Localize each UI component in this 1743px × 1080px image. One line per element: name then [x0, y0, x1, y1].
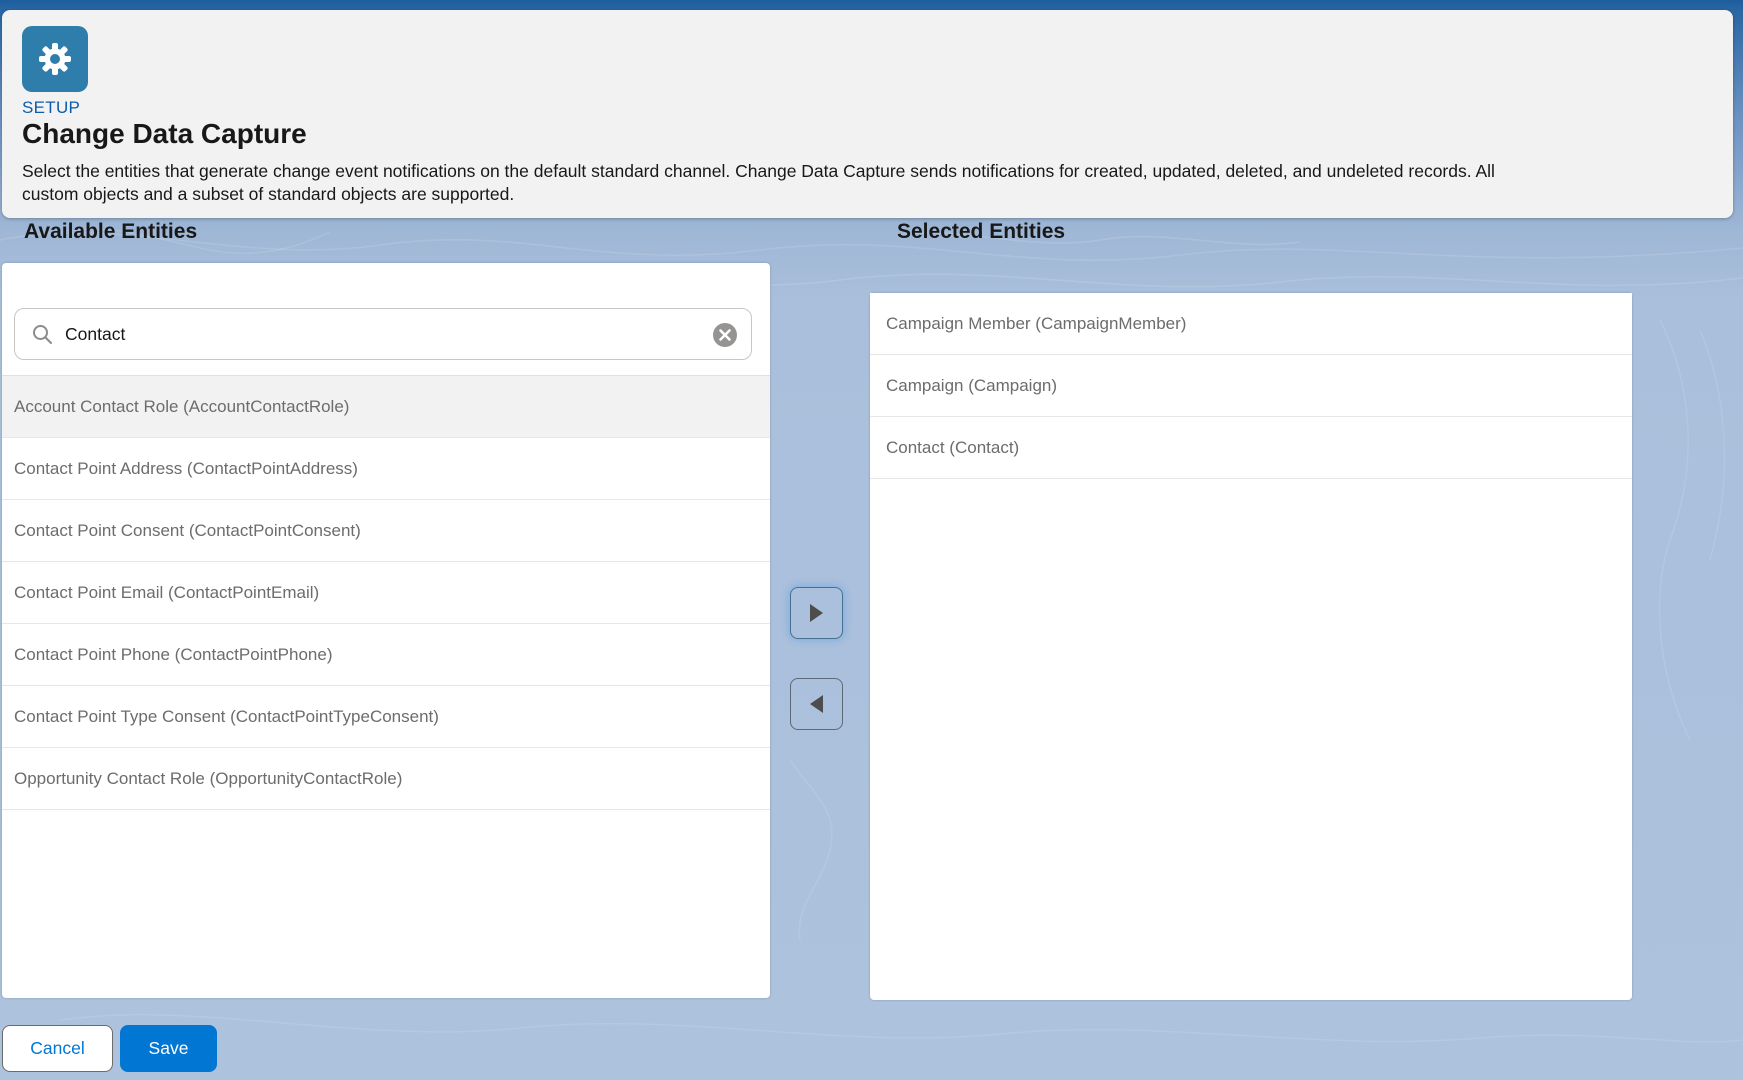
- selected-entities-heading: Selected Entities: [897, 220, 1065, 244]
- clear-icon: [712, 322, 738, 348]
- available-entity-row[interactable]: Contact Point Consent (ContactPointConse…: [2, 500, 770, 562]
- right-arrow-icon: [810, 604, 823, 622]
- available-entities-heading: Available Entities: [24, 220, 197, 244]
- selected-entities-panel: Campaign Member (CampaignMember) Campaig…: [870, 293, 1632, 1000]
- gear-icon: [35, 39, 75, 79]
- entity-search-box: [14, 308, 752, 360]
- selected-entity-row[interactable]: Campaign (Campaign): [870, 355, 1632, 417]
- selected-entity-row[interactable]: Contact (Contact): [870, 417, 1632, 479]
- move-to-available-button[interactable]: [790, 678, 843, 730]
- setup-tile: [22, 26, 88, 92]
- available-entity-row[interactable]: Account Contact Role (AccountContactRole…: [2, 376, 770, 438]
- search-input[interactable]: [15, 309, 751, 359]
- available-entity-row[interactable]: Contact Point Address (ContactPointAddre…: [2, 438, 770, 500]
- page-description: Select the entities that generate change…: [22, 160, 1522, 206]
- available-entity-row[interactable]: Opportunity Contact Role (OpportunityCon…: [2, 748, 770, 810]
- move-to-selected-button[interactable]: [790, 587, 843, 639]
- setup-header-card: SETUP Change Data Capture Select the ent…: [2, 10, 1733, 218]
- available-entity-row[interactable]: Contact Point Email (ContactPointEmail): [2, 562, 770, 624]
- cancel-button[interactable]: Cancel: [2, 1025, 113, 1072]
- clear-search-button[interactable]: [712, 322, 738, 348]
- selected-entity-row[interactable]: Campaign Member (CampaignMember): [870, 293, 1632, 355]
- available-entity-row[interactable]: Contact Point Type Consent (ContactPoint…: [2, 686, 770, 748]
- page-title: Change Data Capture: [22, 118, 307, 150]
- available-entity-row[interactable]: Contact Point Phone (ContactPointPhone): [2, 624, 770, 686]
- left-arrow-icon: [810, 695, 823, 713]
- available-entities-panel: Account Contact Role (AccountContactRole…: [2, 263, 770, 998]
- setup-eyebrow: SETUP: [22, 98, 80, 118]
- save-button[interactable]: Save: [120, 1025, 217, 1072]
- selected-entities-list: Campaign Member (CampaignMember) Campaig…: [870, 293, 1632, 479]
- available-entities-list: Account Contact Role (AccountContactRole…: [2, 375, 770, 810]
